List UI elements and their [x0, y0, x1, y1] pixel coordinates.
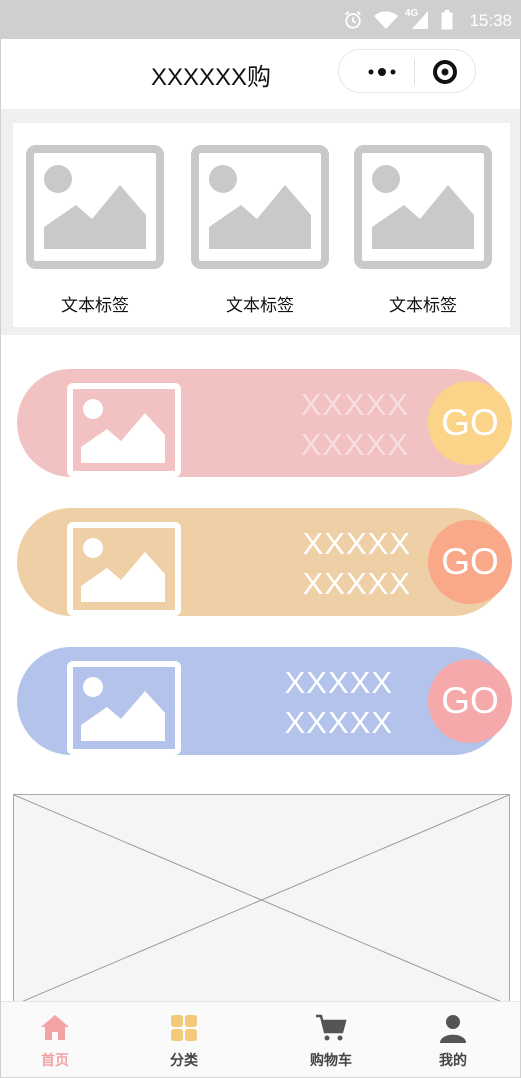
page-title: XXXXXX购	[151, 64, 272, 91]
image-placeholder-icon	[67, 522, 181, 616]
category-grid-icon	[171, 1015, 197, 1041]
alarm-icon	[345, 11, 361, 29]
grid-item-label: 文本标签	[61, 296, 129, 315]
tab-home[interactable]: 首页	[15, 1012, 95, 1072]
banner-text: XXXXX XXXXX	[303, 524, 411, 604]
banner-text: XXXXX XXXXX	[301, 385, 409, 465]
battery-icon	[441, 10, 453, 30]
wifi-icon	[374, 11, 398, 29]
tab-profile[interactable]: 我的	[413, 1012, 493, 1072]
go-button[interactable]: GO	[428, 520, 512, 604]
nav-bar: XXXXXX购	[1, 39, 520, 109]
go-button[interactable]: GO	[428, 381, 512, 465]
more-dots-icon	[368, 68, 396, 76]
category-section: 文本标签 文本标签 文本标签	[1, 109, 520, 335]
image-placeholder-icon	[354, 145, 492, 269]
image-placeholder-icon	[26, 145, 164, 269]
home-icon	[41, 1015, 69, 1040]
image-placeholder-icon	[67, 661, 181, 755]
status-bar: 4G 15:38	[1, 1, 520, 39]
image-placeholder-box	[13, 794, 510, 1006]
grid-item-3[interactable]: 文本标签	[353, 145, 493, 315]
icon-grid: 文本标签 文本标签 文本标签	[13, 123, 510, 327]
banner-text-line: XXXXX	[302, 566, 411, 601]
banner-text-line: XXXXX	[284, 705, 393, 740]
signal-icon	[412, 11, 428, 29]
app-screen: 4G 15:38 XXXXXX购 文本标签 文本标签 文本标签 XXXXX XX…	[0, 0, 521, 1078]
banner-text-line: XXXXX	[302, 526, 411, 561]
image-placeholder-icon	[67, 383, 181, 477]
mini-program-capsule	[338, 49, 476, 93]
banner-text-line: XXXXX	[284, 665, 393, 700]
target-circle-icon	[433, 60, 457, 84]
capsule-divider	[414, 59, 415, 85]
tab-label: 分类	[170, 1052, 198, 1068]
banner-text-line: XXXXX	[300, 387, 409, 422]
go-button[interactable]: GO	[428, 659, 512, 743]
crossed-placeholder-icon	[13, 794, 510, 1006]
banner-text-line: XXXXX	[300, 427, 409, 462]
close-button[interactable]	[425, 57, 465, 87]
grid-item-label: 文本标签	[389, 296, 457, 315]
tab-cart[interactable]: 购物车	[291, 1012, 371, 1072]
grid-item-label: 文本标签	[226, 296, 294, 315]
shopping-cart-icon	[316, 1014, 347, 1041]
user-icon	[440, 1015, 466, 1043]
image-placeholder-icon	[191, 145, 329, 269]
banner-text: XXXXX XXXXX	[285, 663, 393, 743]
tab-category[interactable]: 分类	[144, 1012, 224, 1072]
tab-bar: 首页 分类 购物车 我的	[1, 1001, 520, 1077]
tab-label: 首页	[41, 1052, 69, 1068]
tab-label: 购物车	[310, 1052, 352, 1068]
grid-item-1[interactable]: 文本标签	[25, 145, 165, 315]
tab-label: 我的	[439, 1052, 467, 1068]
more-button[interactable]	[354, 57, 409, 87]
grid-item-2[interactable]: 文本标签	[190, 145, 330, 315]
status-time: 15:38	[469, 11, 512, 30]
